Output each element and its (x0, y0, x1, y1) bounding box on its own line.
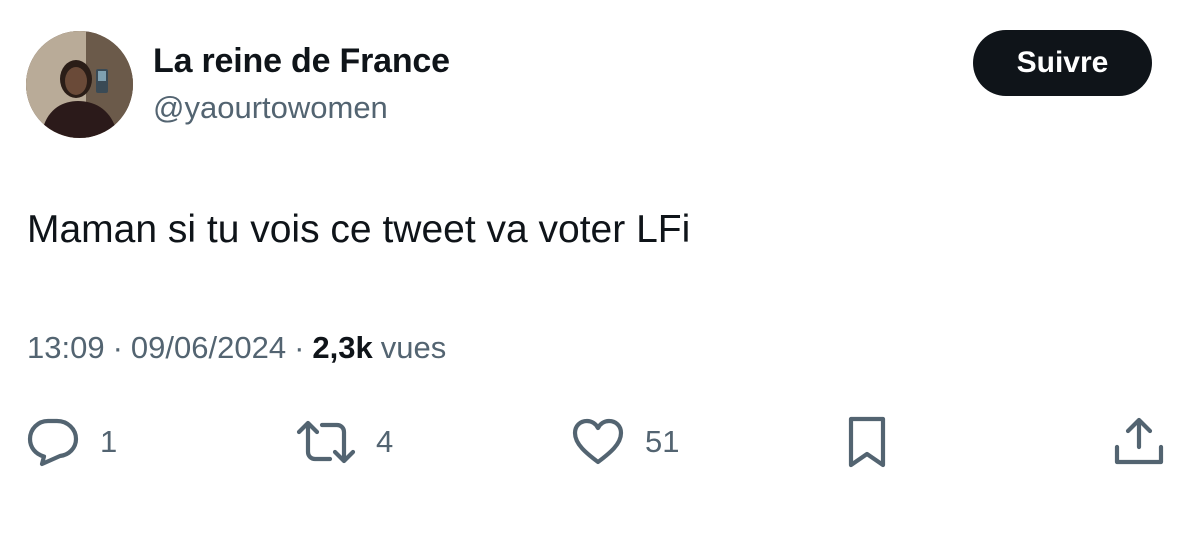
like-count: 51 (645, 424, 680, 459)
follow-button[interactable]: Suivre (973, 30, 1152, 96)
share-button[interactable] (1112, 415, 1166, 469)
retweet-arrows-icon (296, 419, 356, 465)
display-name[interactable]: La reine de France (153, 42, 450, 81)
tweet-text: Maman si tu vois ce tweet va voter LFi (27, 208, 691, 251)
bookmark-button[interactable] (845, 415, 889, 469)
heart-icon (571, 418, 625, 466)
tweet-time[interactable]: 13:09 (27, 330, 105, 366)
bookmark-icon (845, 415, 889, 469)
tweet-metadata: 13:09 · 09/06/2024 · 2,3k vues (27, 330, 446, 366)
retweet-button[interactable]: 4 (296, 415, 393, 469)
reply-button[interactable]: 1 (26, 415, 117, 469)
username-handle[interactable]: @yaourtowomen (153, 90, 388, 126)
like-button[interactable]: 51 (571, 415, 679, 469)
views-count: 2,3k (312, 330, 373, 365)
tweet-card: La reine de France @yaourtowomen Suivre … (0, 0, 1200, 538)
views-label: vues (380, 330, 447, 365)
share-upload-icon (1112, 417, 1166, 467)
avatar[interactable] (26, 31, 133, 138)
reply-bubble-icon (26, 417, 80, 467)
meta-separator: · (112, 330, 123, 365)
reply-count: 1 (100, 424, 118, 459)
avatar-photo (26, 31, 133, 138)
retweet-count: 4 (376, 424, 394, 459)
tweet-date[interactable]: 09/06/2024 (131, 330, 286, 366)
meta-separator: · (294, 330, 305, 365)
